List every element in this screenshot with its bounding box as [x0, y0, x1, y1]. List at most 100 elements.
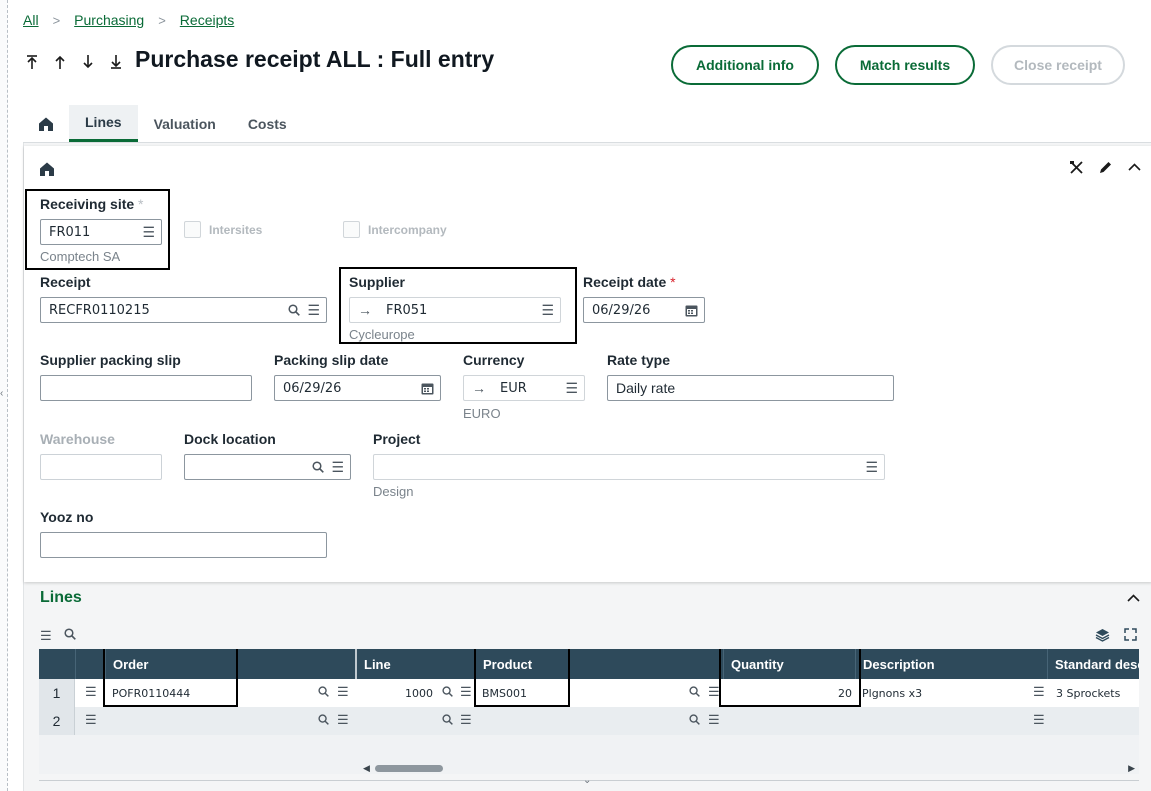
intercompany-label: Intercompany	[368, 222, 447, 237]
cell-standard-desc[interactable]: 3 Sprockets	[1056, 679, 1139, 707]
tab-costs[interactable]: Costs	[232, 105, 303, 142]
cell-order[interactable]	[112, 707, 312, 735]
menu-icon[interactable]: ☰	[1033, 684, 1045, 700]
previous-record-icon[interactable]	[52, 52, 67, 72]
intercompany-checkbox[interactable]: Intercompany	[343, 221, 447, 238]
search-icon[interactable]	[318, 686, 329, 697]
table-row[interactable]: 2 ☰ ☰ ☰ ☰ ☰	[39, 707, 1139, 735]
additional-info-button[interactable]: Additional info	[671, 45, 819, 85]
scroll-right-icon[interactable]: ▶	[1128, 763, 1135, 774]
receipt-field[interactable]: RECFR0110215 ☰	[40, 297, 327, 323]
first-record-icon[interactable]	[24, 52, 39, 72]
collapse-icon[interactable]	[1126, 591, 1141, 606]
expand-icon[interactable]	[1124, 628, 1137, 642]
rate-type-select[interactable]: Daily rate	[607, 375, 894, 401]
breadcrumb-receipts[interactable]: Receipts	[180, 12, 234, 28]
breadcrumb-purchasing[interactable]: Purchasing	[74, 12, 144, 28]
gutter-handle-icon[interactable]: ‹	[0, 388, 5, 404]
packing-slip-date-label: Packing slip date	[274, 352, 389, 368]
record-navigation	[24, 52, 123, 72]
intersites-checkbox[interactable]: Intersites	[184, 221, 262, 238]
cell-description[interactable]: Plgnons x3	[862, 679, 1022, 707]
calendar-icon[interactable]	[421, 382, 434, 395]
chevron-down-icon[interactable]: ⌄	[583, 775, 591, 786]
more-actions-icon[interactable]: ⋮	[1144, 52, 1151, 73]
cell-standard-desc[interactable]	[1056, 707, 1139, 735]
receipt-date-field[interactable]: 06/29/26	[583, 297, 705, 323]
packing-slip-date-value: 06/29/26	[283, 380, 342, 396]
warehouse-input[interactable]	[40, 454, 162, 480]
home-icon	[39, 161, 55, 177]
horizontal-scrollbar[interactable]: ◀ ▶	[359, 763, 1139, 773]
menu-icon[interactable]: ☰	[40, 628, 52, 644]
menu-icon[interactable]: ☰	[337, 684, 349, 700]
lines-toolbar: ☰	[40, 628, 76, 644]
match-results-button[interactable]: Match results	[835, 45, 975, 85]
last-record-icon[interactable]	[108, 52, 123, 72]
column-line[interactable]: Line	[355, 649, 475, 679]
row-menu-icon[interactable]: ☰	[85, 684, 97, 700]
row-menu-icon[interactable]: ☰	[85, 712, 97, 728]
checkbox-box[interactable]	[184, 221, 201, 238]
cell-product[interactable]	[482, 707, 682, 735]
tab-valuation[interactable]: Valuation	[138, 105, 232, 142]
receipt-date-label: Receipt date *	[583, 274, 676, 290]
menu-icon[interactable]: ☰	[865, 459, 878, 476]
menu-icon[interactable]: ☰	[708, 684, 720, 700]
menu-icon[interactable]: ☰	[708, 712, 720, 728]
menu-icon[interactable]: ☰	[460, 684, 472, 700]
project-desc: Design	[373, 484, 414, 499]
menu-icon[interactable]: ☰	[307, 302, 320, 319]
search-icon[interactable]	[442, 714, 453, 725]
arrow-right-icon[interactable]: →	[472, 380, 486, 396]
search-icon[interactable]	[442, 686, 453, 697]
search-icon[interactable]	[64, 628, 76, 644]
yooz-no-input[interactable]	[40, 532, 327, 558]
search-icon[interactable]	[689, 714, 700, 725]
cell-description[interactable]	[862, 707, 1022, 735]
tab-home[interactable]	[23, 105, 69, 142]
menu-icon[interactable]: ☰	[337, 712, 349, 728]
currency-field[interactable]: → EUR ☰	[463, 375, 585, 401]
cell-line[interactable]: 1000	[357, 679, 433, 707]
search-icon[interactable]	[318, 714, 329, 725]
scroll-thumb[interactable]	[375, 765, 443, 772]
breadcrumb-all[interactable]: All	[23, 12, 39, 28]
edit-icon[interactable]	[1098, 160, 1113, 175]
close-receipt-button[interactable]: Close receipt	[991, 45, 1125, 85]
search-icon[interactable]	[312, 461, 325, 473]
lines-grid: Order Line Product Quantity Description …	[39, 649, 1139, 774]
search-icon[interactable]	[288, 304, 301, 316]
cell-quantity[interactable]	[729, 707, 852, 735]
menu-icon[interactable]: ☰	[331, 459, 344, 476]
rate-type-value: Daily rate	[616, 380, 676, 396]
lines-section-title: Lines	[40, 589, 82, 606]
column-description[interactable]: Description	[855, 649, 1047, 679]
highlight-receiving-site	[25, 189, 170, 270]
dock-location-field[interactable]: ☰	[184, 454, 351, 480]
menu-icon[interactable]: ☰	[1033, 712, 1045, 728]
collapse-icon[interactable]	[1127, 160, 1142, 175]
supplier-packing-slip-input[interactable]	[40, 375, 252, 401]
layers-icon[interactable]	[1095, 628, 1110, 642]
receipt-value: RECFR0110215	[49, 302, 150, 318]
dock-location-label: Dock location	[184, 431, 276, 447]
home-icon	[38, 116, 54, 132]
currency-value: EUR	[500, 380, 527, 396]
next-record-icon[interactable]	[80, 52, 95, 72]
calendar-icon[interactable]	[685, 304, 698, 317]
column-standard-desc[interactable]: Standard desc	[1047, 649, 1139, 679]
yooz-no-label: Yooz no	[40, 509, 94, 525]
menu-icon[interactable]: ☰	[460, 712, 472, 728]
packing-slip-date-field[interactable]: 06/29/26	[274, 375, 441, 401]
menu-icon[interactable]: ☰	[565, 380, 578, 397]
search-icon[interactable]	[689, 686, 700, 697]
tools-icon[interactable]	[1069, 160, 1084, 175]
scroll-left-icon[interactable]: ◀	[363, 763, 370, 774]
chevron-right-icon: >	[158, 12, 166, 28]
project-field[interactable]: ☰	[373, 454, 885, 480]
tab-bar: Lines Valuation Costs	[23, 105, 1151, 143]
tab-lines[interactable]: Lines	[69, 105, 138, 142]
checkbox-box[interactable]	[343, 221, 360, 238]
cell-line[interactable]	[357, 707, 433, 735]
